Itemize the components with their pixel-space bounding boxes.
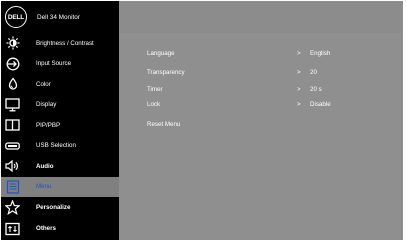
setting-label: Timer <box>147 86 163 93</box>
osd-header: DELL Dell 34 Monitor <box>1 1 119 33</box>
monitor-model-title: Dell 34 Monitor <box>37 13 80 21</box>
setting-value: English <box>310 50 331 57</box>
setting-label: Lock <box>147 101 161 108</box>
sidebar-item-label: Color <box>36 80 51 88</box>
sidebar-item-label: Menu <box>36 183 52 191</box>
sidebar-item-label: Brightness / Contrast <box>36 39 94 47</box>
setting-row-transparency[interactable]: Transparency > 20 <box>147 69 397 81</box>
sun-icon <box>5 36 20 50</box>
chevron-right-icon: > <box>297 101 301 108</box>
setting-label: Language <box>147 50 175 57</box>
sidebar-item-pip-pbp[interactable]: PIP/PBP <box>1 115 119 136</box>
chevron-right-icon: > <box>297 50 301 57</box>
sidebar-item-input-source[interactable]: Input Source <box>1 53 119 74</box>
osd-sidebar: Brightness / Contrast Input Source Color… <box>1 33 119 240</box>
sidebar-item-label: Personalize <box>36 203 71 211</box>
sidebar-item-color[interactable]: Color <box>1 74 119 95</box>
setting-value: 20 s <box>310 86 322 93</box>
monitor-osd: DELL Dell 34 Monitor Brightness / Contra… <box>1 1 403 240</box>
sidebar-item-label: PIP/PBP <box>36 121 61 129</box>
sidebar-item-label: Input Source <box>36 60 72 68</box>
usb-icon <box>5 139 20 153</box>
setting-row-timer[interactable]: Timer > 20 s <box>147 86 397 98</box>
chevron-right-icon: > <box>297 69 301 76</box>
pip-icon <box>5 118 20 132</box>
setting-row-language[interactable]: Language > English <box>147 50 397 62</box>
sidebar-item-label: Display <box>36 101 57 109</box>
star-icon <box>5 199 20 215</box>
color-drop-icon <box>5 77 20 91</box>
sidebar-item-display[interactable]: Display <box>1 94 119 115</box>
setting-label: Reset Menu <box>147 121 181 128</box>
others-icon <box>5 222 20 236</box>
sidebar-item-brightness-contrast[interactable]: Brightness / Contrast <box>1 33 119 54</box>
setting-row-reset-menu[interactable]: Reset Menu <box>147 121 397 133</box>
sidebar-item-label: Others <box>36 225 56 233</box>
sidebar-item-label: USB Selection <box>36 142 76 150</box>
speaker-icon <box>5 159 20 173</box>
setting-label: Transparency <box>147 69 185 76</box>
menu-settings-panel: Language > English Transparency > 20 Tim… <box>119 33 403 240</box>
setting-row-lock[interactable]: Lock > Disable <box>147 101 397 113</box>
chevron-right-icon: > <box>297 86 301 93</box>
sidebar-item-usb-selection[interactable]: USB Selection <box>1 135 119 156</box>
monitor-icon <box>5 98 20 112</box>
sidebar-item-others[interactable]: Others <box>1 217 119 240</box>
input-arrow-icon <box>5 57 20 71</box>
setting-value: 20 <box>310 69 317 76</box>
sidebar-item-menu[interactable]: Menu <box>1 176 119 197</box>
menu-icon <box>5 180 20 194</box>
sidebar-item-personalize[interactable]: Personalize <box>1 197 119 218</box>
sidebar-item-audio[interactable]: Audio <box>1 156 119 177</box>
setting-value: Disable <box>310 101 331 108</box>
dell-logo: DELL <box>5 6 27 28</box>
sidebar-item-label: Audio <box>36 162 54 170</box>
